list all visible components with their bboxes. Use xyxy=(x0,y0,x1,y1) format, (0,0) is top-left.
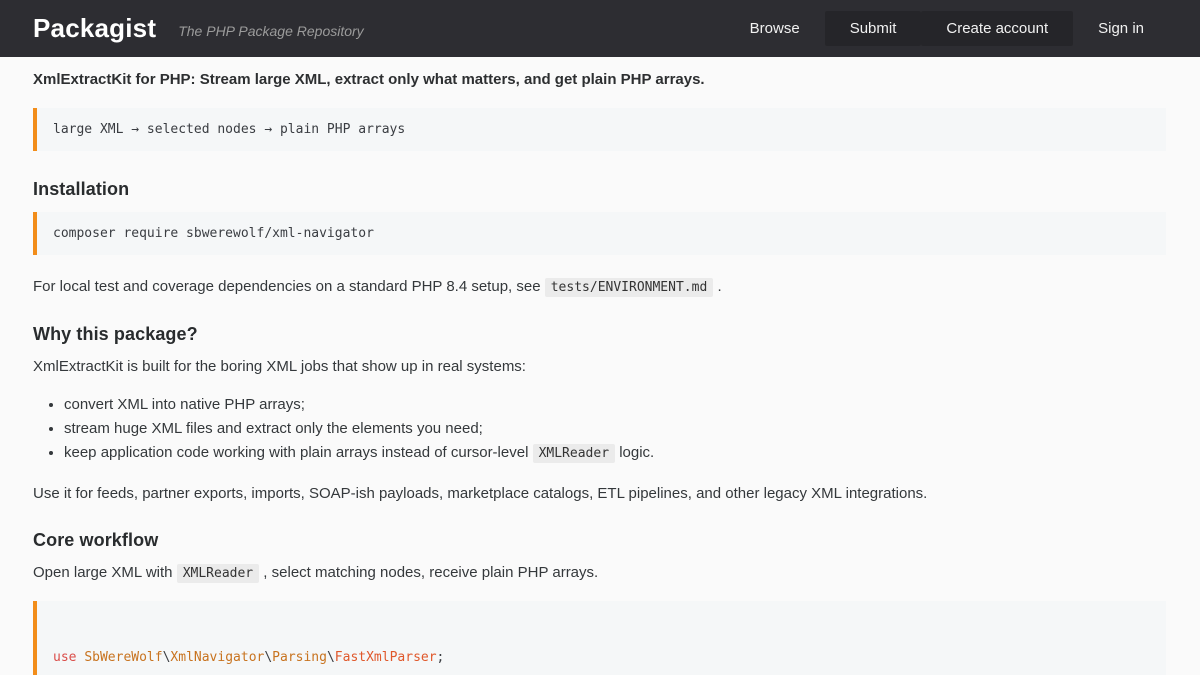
workflow-text: Open large XML with xyxy=(33,564,177,581)
installation-heading: Installation xyxy=(33,179,1166,200)
workflow-note: Open large XML with XMLReader , select m… xyxy=(33,563,1166,584)
top-navigation-bar: Packagist The PHP Package Repository Bro… xyxy=(0,0,1200,57)
php-code-lines: use SbWereWolf\XmlNavigator\Parsing\Fast… xyxy=(53,649,1150,675)
why-intro: XmlExtractKit is built for the boring XM… xyxy=(33,357,1166,377)
nav-sign-in-link[interactable]: Sign in xyxy=(1073,11,1169,46)
nav-submit-link[interactable]: Submit xyxy=(825,11,922,46)
environment-note: For local test and coverage dependencies… xyxy=(33,277,1166,298)
environment-note-tail: . xyxy=(713,278,721,295)
xmlreader-inline-code: XMLReader xyxy=(533,444,615,463)
use-cases-paragraph: Use it for feeds, partner exports, impor… xyxy=(33,484,1166,504)
environment-note-text: For local test and coverage dependencies… xyxy=(33,278,545,295)
feature-list: convert XML into native PHP arrays; stre… xyxy=(33,397,1166,462)
main-nav: Browse Submit Create account Sign in xyxy=(725,11,1169,46)
flow-code-block: large XML → selected nodes → plain PHP a… xyxy=(33,108,1166,151)
site-tagline: The PHP Package Repository xyxy=(178,23,363,39)
xmlreader-inline-code: XMLReader xyxy=(177,564,259,583)
php-code-block: use SbWereWolf\XmlNavigator\Parsing\Fast… xyxy=(33,601,1166,675)
bullet-text: keep application code working with plain… xyxy=(64,444,533,461)
package-summary: XmlExtractKit for PHP: Stream large XML,… xyxy=(33,71,1166,88)
readme-content: XmlExtractKit for PHP: Stream large XML,… xyxy=(0,57,1200,675)
composer-install-code-block: composer require sbwerewolf/xml-navigato… xyxy=(33,212,1166,255)
environment-file-inline-code: tests/ENVIRONMENT.md xyxy=(545,278,714,297)
why-heading: Why this package? xyxy=(33,324,1166,345)
workflow-tail: , select matching nodes, receive plain P… xyxy=(259,564,598,581)
bullet-tail: logic. xyxy=(615,444,654,461)
nav-create-account-link[interactable]: Create account xyxy=(921,11,1073,46)
list-item: keep application code working with plain… xyxy=(64,445,1166,462)
list-item: convert XML into native PHP arrays; xyxy=(64,397,1166,413)
core-workflow-heading: Core workflow xyxy=(33,530,1166,551)
nav-browse-link[interactable]: Browse xyxy=(725,11,825,46)
packagist-logo[interactable]: Packagist xyxy=(33,13,156,44)
list-item: stream huge XML files and extract only t… xyxy=(64,421,1166,437)
